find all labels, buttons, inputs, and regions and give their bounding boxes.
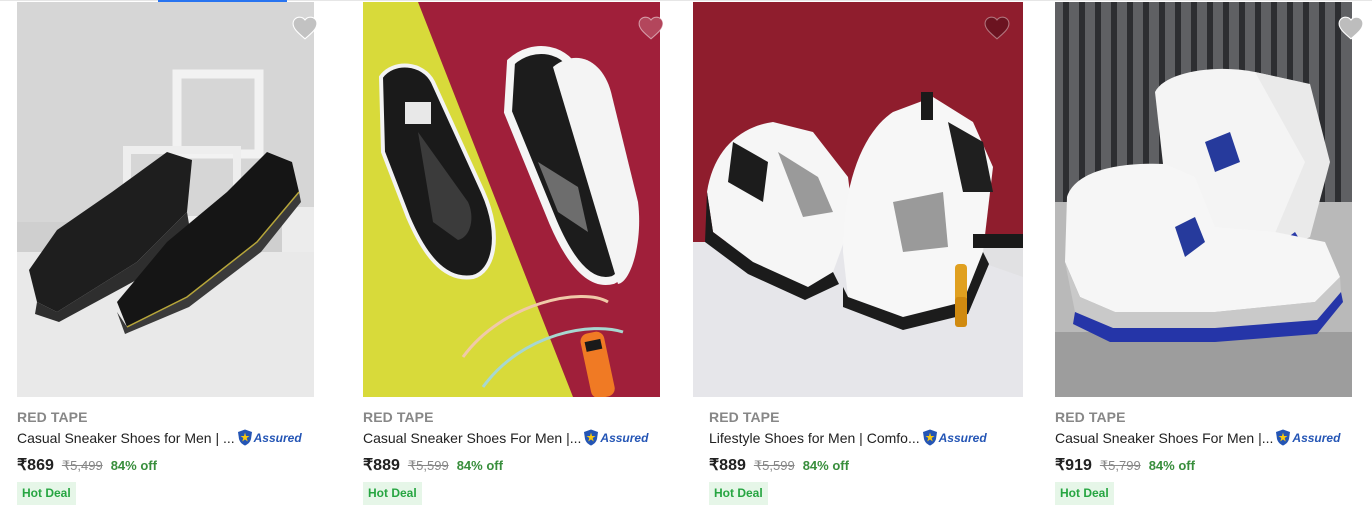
product-mrp: ₹5,799 [1099,458,1141,473]
hot-deal-badge: Hot Deal [17,482,76,505]
product-image[interactable] [693,2,1023,397]
product-card[interactable]: RED TAPE Casual Sneaker Shoes for Men | … [17,0,347,505]
assured-text: Assured [253,430,302,445]
assured-shield-icon [922,429,937,446]
product-discount: 84% off [1148,458,1195,473]
price-row: ₹869 ₹5,499 84% off [17,455,157,475]
product-title[interactable]: Lifestyle Shoes for Men | Comfo... [709,430,920,446]
product-title[interactable]: Casual Sneaker Shoes For Men |... [1055,430,1273,446]
product-discount: 84% off [456,458,503,473]
product-image[interactable] [363,2,660,397]
assured-text: Assured [600,430,649,445]
product-price: ₹889 [709,457,746,474]
product-price: ₹869 [17,457,54,474]
hot-deal-badge: Hot Deal [363,482,422,505]
assured-badge: Assured [237,429,302,446]
product-title-row[interactable]: Casual Sneaker Shoes For Men |... Assure… [1055,429,1340,446]
assured-shield-icon [584,429,599,446]
product-brand: RED TAPE [363,409,434,425]
price-row: ₹919 ₹5,799 84% off [1055,455,1195,475]
price-row: ₹889 ₹5,599 84% off [363,455,503,475]
assured-shield-icon [1276,429,1291,446]
product-price: ₹889 [363,457,400,474]
hot-deal-badge: Hot Deal [1055,482,1114,505]
product-price: ₹919 [1055,457,1092,474]
product-image[interactable] [17,2,314,397]
product-title[interactable]: Casual Sneaker Shoes For Men |... [363,430,581,446]
product-mrp: ₹5,599 [407,458,449,473]
wishlist-heart-icon[interactable] [292,16,318,40]
product-title-row[interactable]: Casual Sneaker Shoes For Men |... Assure… [363,429,648,446]
product-card[interactable]: RED TAPE Casual Sneaker Shoes For Men |.… [1055,0,1372,505]
assured-badge: Assured [583,429,648,446]
assured-badge: Assured [922,429,987,446]
product-brand: RED TAPE [709,409,780,425]
product-mrp: ₹5,499 [61,458,103,473]
wishlist-heart-icon[interactable] [1338,16,1364,40]
assured-text: Assured [1292,430,1341,445]
product-discount: 84% off [110,458,157,473]
assured-text: Assured [938,430,987,445]
product-title-row[interactable]: Lifestyle Shoes for Men | Comfo... Assur… [709,429,987,446]
hot-deal-badge: Hot Deal [709,482,768,505]
wishlist-heart-icon[interactable] [984,16,1010,40]
product-mrp: ₹5,599 [753,458,795,473]
assured-badge: Assured [1275,429,1340,446]
product-card[interactable]: RED TAPE Lifestyle Shoes for Men | Comfo… [693,0,1039,505]
product-brand: RED TAPE [1055,409,1126,425]
product-image[interactable] [1055,2,1352,397]
product-title-row[interactable]: Casual Sneaker Shoes for Men | ... Assur… [17,429,302,446]
product-discount: 84% off [802,458,849,473]
price-row: ₹889 ₹5,599 84% off [709,455,849,475]
wishlist-heart-icon[interactable] [638,16,664,40]
product-brand: RED TAPE [17,409,88,425]
assured-shield-icon [237,429,252,446]
product-title[interactable]: Casual Sneaker Shoes for Men | ... [17,430,235,446]
product-card[interactable]: RED TAPE Casual Sneaker Shoes For Men |.… [363,0,693,505]
